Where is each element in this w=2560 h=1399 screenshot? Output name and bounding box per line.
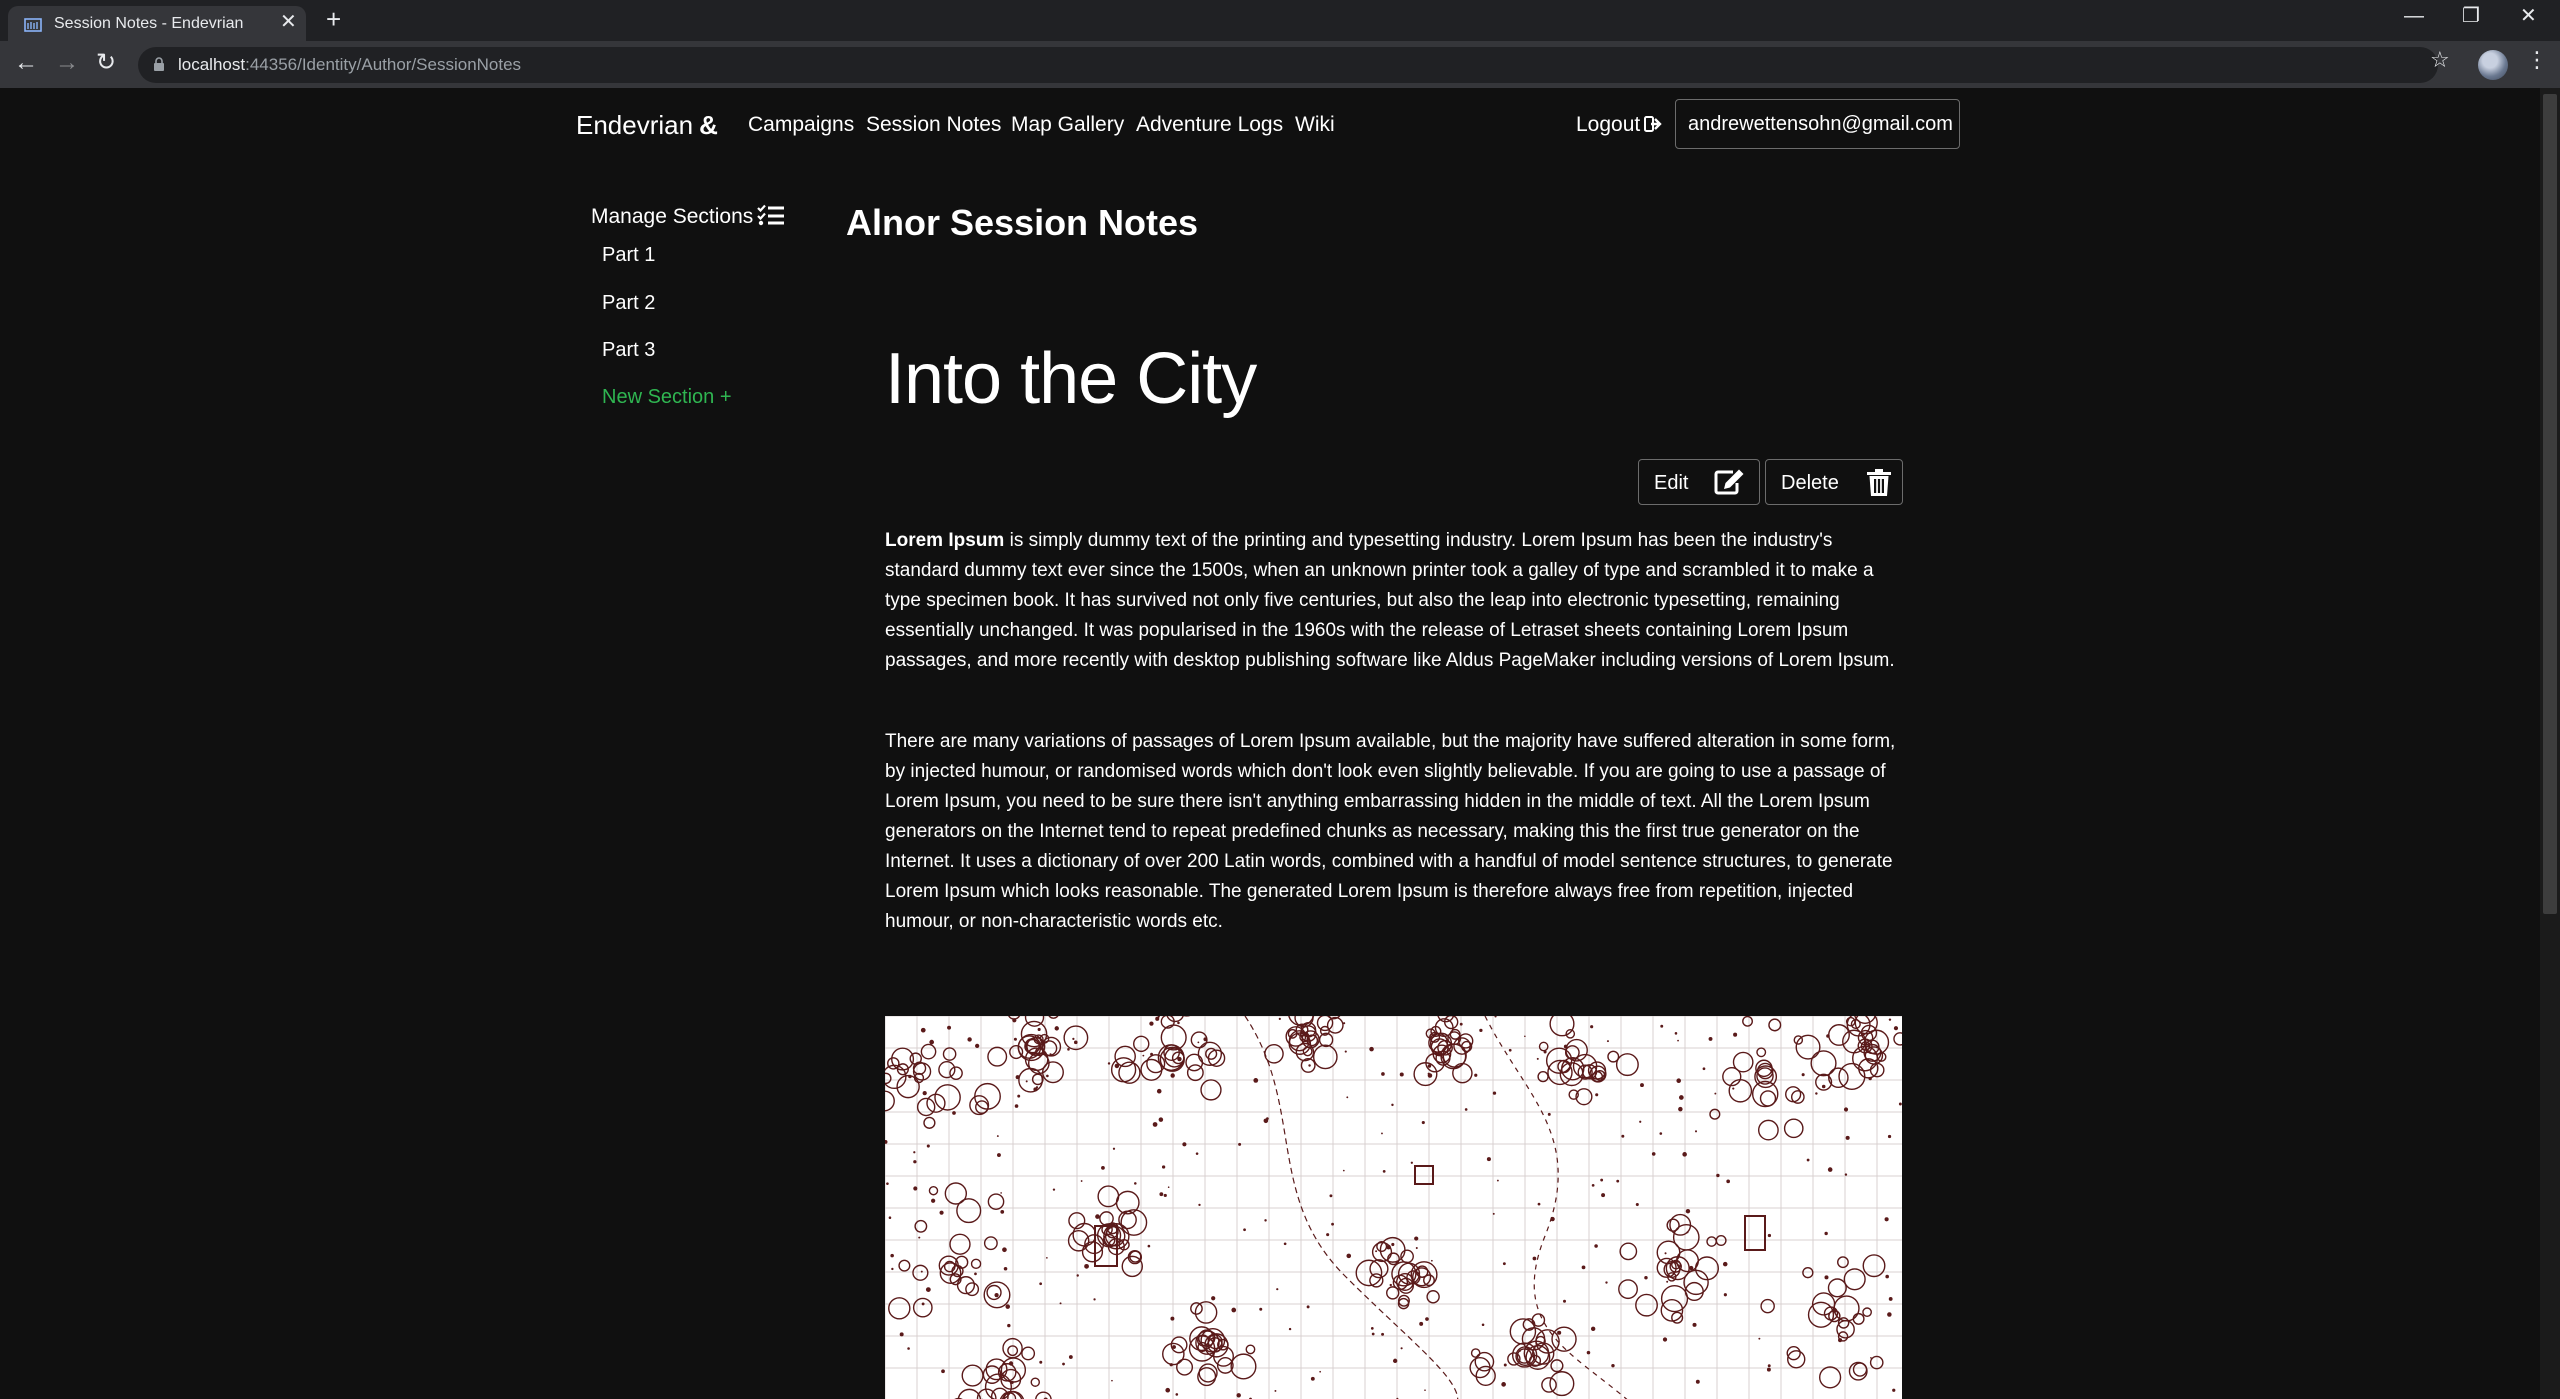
delete-button[interactable]: Delete <box>1765 459 1903 505</box>
site-favicon-icon <box>24 18 42 32</box>
manage-sections-heading[interactable]: Manage Sections <box>591 204 785 229</box>
restore-icon[interactable]: ❐ <box>2462 6 2480 26</box>
tab-title: Session Notes - Endevrian <box>54 15 244 32</box>
nav-link-campaigns[interactable]: Campaigns <box>748 113 854 137</box>
logout-label: Logout <box>1576 113 1641 136</box>
brand-name: Endevrian <box>576 110 694 140</box>
paragraph-1-text: is simply dummy text of the printing and… <box>885 530 1895 671</box>
tasks-list-icon <box>757 204 785 226</box>
trash-icon <box>1867 469 1891 496</box>
delete-label: Delete <box>1781 472 1839 494</box>
window-close-icon[interactable]: ✕ <box>2520 6 2537 26</box>
page-viewport: Endevrian & Campaigns Session Notes Map G… <box>0 88 2560 1399</box>
new-tab-button[interactable]: + <box>326 6 341 32</box>
section-paragraph-2: There are many variations of passages of… <box>885 727 1905 937</box>
browser-toolbar: ← → ↻ localhost:44356/Identity/Author/Se… <box>0 41 2560 88</box>
browser-tab-bar: Session Notes - Endevrian ✕ + — ❐ ✕ <box>0 0 2560 41</box>
forward-icon[interactable]: → <box>55 51 79 75</box>
logout-link[interactable]: Logout <box>1576 113 1664 137</box>
new-section-link[interactable]: New Section + <box>602 386 732 409</box>
battle-map-drawing <box>885 1016 1902 1399</box>
nav-link-session-notes[interactable]: Session Notes <box>866 113 1001 137</box>
nav-link-map-gallery[interactable]: Map Gallery <box>1011 113 1124 137</box>
edit-icon <box>1714 469 1744 495</box>
sidebar-item-part-1[interactable]: Part 1 <box>602 244 655 267</box>
nav-link-adventure-logs[interactable]: Adventure Logs <box>1136 113 1283 137</box>
bookmark-star-icon[interactable]: ☆ <box>2430 49 2450 71</box>
minimize-icon[interactable]: — <box>2404 6 2424 26</box>
browser-tab[interactable]: Session Notes - Endevrian ✕ <box>8 6 306 41</box>
edit-label: Edit <box>1654 472 1689 494</box>
sidebar-item-part-3[interactable]: Part 3 <box>602 339 655 362</box>
sidebar-item-part-2[interactable]: Part 2 <box>602 292 655 315</box>
page-title: Alnor Session Notes <box>846 202 1199 243</box>
user-email-button[interactable]: andrewettensohn@gmail.com <box>1675 99 1960 149</box>
user-email: andrewettensohn@gmail.com <box>1688 113 1953 135</box>
scrollbar-thumb[interactable] <box>2543 94 2557 914</box>
manage-sections-label: Manage Sections <box>591 205 754 228</box>
address-bar[interactable]: localhost:44356/Identity/Author/SessionN… <box>138 47 2438 83</box>
brand-logo[interactable]: Endevrian & <box>576 110 718 141</box>
tab-close-icon[interactable]: ✕ <box>280 12 297 32</box>
browser-menu-icon[interactable]: ⋮ <box>2526 49 2548 71</box>
section-paragraph-1: Lorem Ipsum is simply dummy text of the … <box>885 526 1905 676</box>
url-host: localhost <box>178 55 246 74</box>
url-path: :44356/Identity/Author/SessionNotes <box>245 55 522 74</box>
battle-map-image <box>885 1016 1902 1399</box>
lorem-ipsum-bold: Lorem Ipsum <box>885 530 1005 551</box>
section-title: Into the City <box>885 339 1257 419</box>
brand-ampersand-icon: & <box>699 110 718 140</box>
url-text: localhost:44356/Identity/Author/SessionN… <box>178 55 521 75</box>
nav-link-wiki[interactable]: Wiki <box>1295 113 1335 137</box>
lock-icon <box>154 57 164 71</box>
edit-button[interactable]: Edit <box>1638 459 1760 505</box>
page-scrollbar[interactable] <box>2540 88 2560 1399</box>
profile-avatar[interactable] <box>2478 50 2508 80</box>
logout-icon <box>1644 116 1662 132</box>
paragraph-2-text: There are many variations of passages of… <box>885 731 1896 932</box>
reload-icon[interactable]: ↻ <box>96 51 116 75</box>
back-icon[interactable]: ← <box>14 51 38 75</box>
